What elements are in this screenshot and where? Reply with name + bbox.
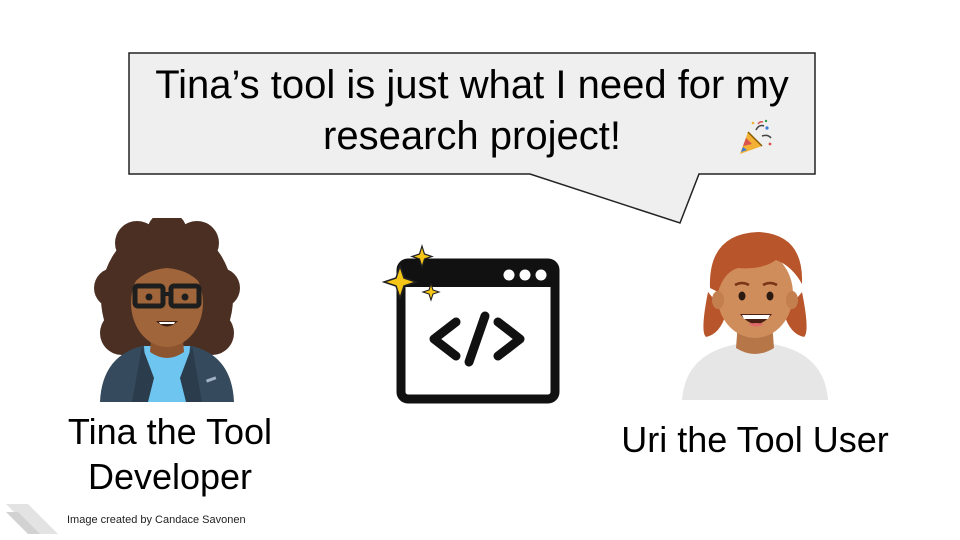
user-caption: Uri the Tool User [600,417,910,462]
party-popper-icon [740,119,772,154]
developer-avatar [94,218,240,402]
image-credit: Image created by Candace Savonen [67,514,246,526]
speech-line-2: research project! [323,114,621,158]
developer-caption-line-1: Tina the Tool [67,411,273,452]
user-caption-text: Uri the Tool User [621,419,889,460]
speech-line-1: Tina’s tool is just what I need for my [155,63,789,107]
developer-caption: Tina the Tool Developer [50,409,290,499]
slide: Tina’s tool is just what I need for my r… [0,0,960,540]
code-window-sparkles-icon [382,244,560,404]
slide-logo-icon [6,504,58,534]
speech-bubble-text: Tina’s tool is just what I need for my r… [132,60,812,170]
user-avatar [682,232,828,400]
developer-caption-line-2: Developer [87,456,253,497]
